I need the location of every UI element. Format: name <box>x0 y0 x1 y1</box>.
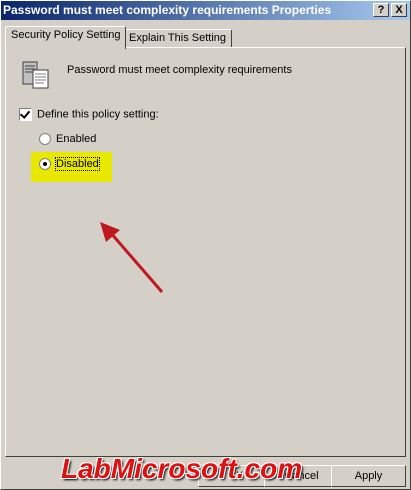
enabled-label: Enabled <box>56 133 97 145</box>
watermark-text: LabMicrosoft.com <box>61 453 303 484</box>
annotation-arrow <box>100 222 164 293</box>
title-bar: Password must meet complexity requiremen… <box>1 1 410 20</box>
close-button[interactable]: X <box>391 3 407 17</box>
tab-strip: Security Policy Setting Explain This Set… <box>1 26 410 49</box>
option-enabled[interactable]: Enabled <box>39 133 97 146</box>
define-setting-label: Define this policy setting: <box>37 108 159 121</box>
window-title: Password must meet complexity requiremen… <box>3 3 332 17</box>
tab-security-policy-setting[interactable]: Security Policy Setting <box>5 26 127 49</box>
tab-explain-this-setting[interactable]: Explain This Setting <box>123 29 233 48</box>
define-setting-row[interactable]: Define this policy setting: <box>19 108 159 121</box>
disabled-radio[interactable] <box>39 158 51 171</box>
tab-panel: Password must meet complexity requiremen… <box>5 47 406 457</box>
enabled-radio[interactable] <box>39 133 51 146</box>
define-setting-checkbox[interactable] <box>19 108 32 121</box>
apply-button[interactable]: Apply <box>331 465 406 487</box>
disabled-label: Disabled <box>55 157 100 171</box>
policy-name: Password must meet complexity requiremen… <box>67 64 292 76</box>
help-button[interactable]: ? <box>373 3 389 17</box>
option-disabled[interactable]: Disabled <box>39 157 100 171</box>
properties-dialog: Password must meet complexity requiremen… <box>0 0 411 490</box>
policy-server-icon <box>22 61 49 89</box>
